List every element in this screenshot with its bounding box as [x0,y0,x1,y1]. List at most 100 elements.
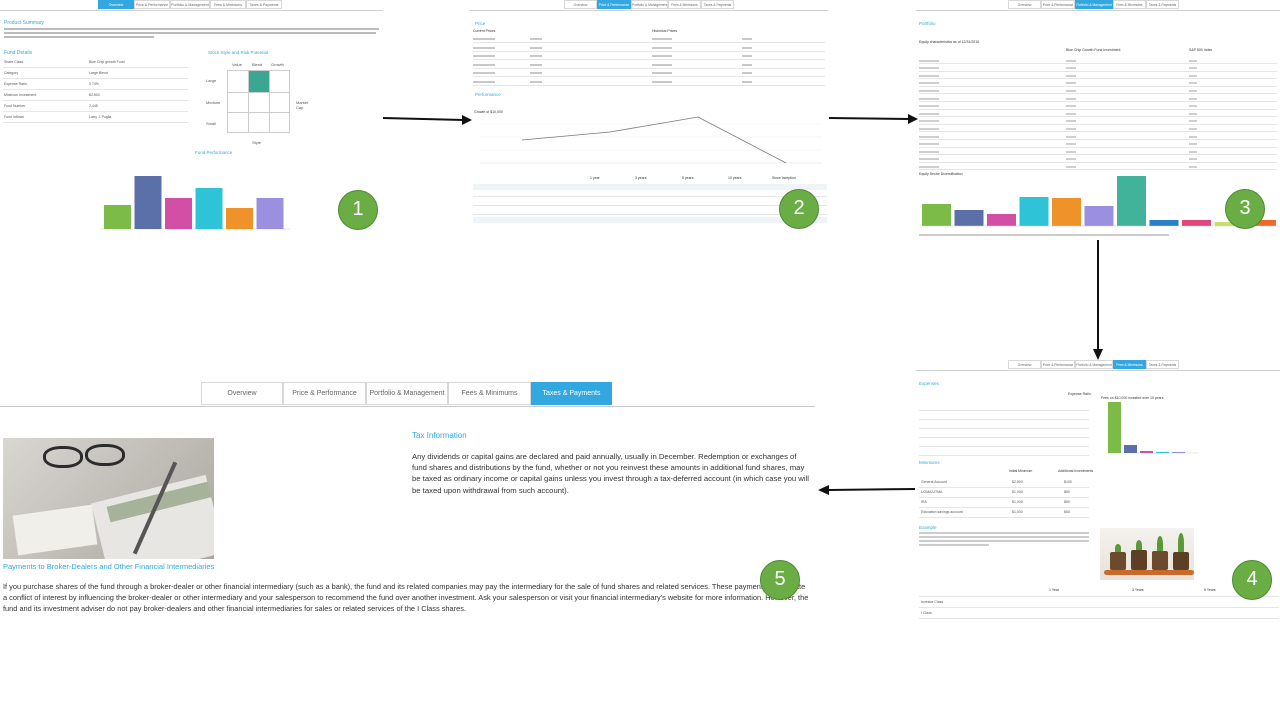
style-row-large: Large [206,78,217,83]
tab-fees-minimums[interactable]: Fees & Minimums [1113,0,1146,9]
fund-detail-value: Blue Chip growth Fund [89,60,125,64]
tab-fees-minimums[interactable]: Fees & Minimums [448,382,531,405]
sector-bar [987,214,1016,226]
tab-bar: Overview Price & Performance Portfolio &… [201,382,612,405]
style-row-medium: Medium [206,100,221,105]
class-i: I Class [921,611,932,615]
tax-information-text: Any dividends or capital gains are decla… [412,452,809,495]
product-summary-text [4,28,383,38]
style-box-grid [227,70,290,133]
style-axis-label: Style [252,140,261,145]
style-col-value: Value [232,62,242,67]
current-prices-label: Current Prices [473,29,496,33]
tab-overview[interactable]: Overview [98,0,134,9]
payments-title: Payments to Broker-Dealers and Other Fin… [3,562,215,571]
tab-price-performance[interactable]: Price & Performance [283,382,366,405]
fund-performance-title: Fund Performance [195,150,233,155]
fees-bar-2 [1124,445,1137,453]
minimum-initial: $1,000 [1012,500,1023,504]
tab-portfolio-management[interactable]: Portfolio & Management [170,0,210,9]
fund-detail-label: Fund Inflows [4,115,24,119]
plants-photo [1100,528,1194,580]
year-col-1: 1 Year [1049,588,1059,592]
calculator-photo [3,438,214,559]
sector-bar [1182,220,1211,226]
equity-characteristics-label: Equity characteristics as of 12/31/2016 [919,40,980,44]
performance-bar [165,198,192,229]
min-col-initial: Initial Minimum [1009,469,1033,473]
fund-detail-value: 0.74% [89,82,99,86]
minimum-initial: $1,000 [1012,490,1023,494]
panel-fees-minimums: Overview Price & Performance Portfolio &… [916,360,1280,620]
panel-price-performance: Overview Price & Performance Portfolio &… [470,0,828,240]
example-text [919,532,1089,546]
style-col-blend: Blend [252,62,263,67]
product-summary-title: Product Summary [4,20,45,26]
tab-overview[interactable]: Overview [564,0,597,9]
tab-fees-minimums[interactable]: Fees & Minimums [1113,360,1146,369]
min-col-additional: Additional Investments [1058,469,1094,473]
expense-rows [919,402,1089,456]
minimum-additional: $50 [1064,490,1070,494]
fund-detail-label: Expense Ratio [4,82,27,86]
tab-price-performance[interactable]: Price & Performance [1041,360,1075,369]
performance-title: Performance [475,92,501,97]
minimums-title: Minimums [919,460,940,465]
tab-taxes-payments[interactable]: Taxes & Payments [246,0,282,9]
performance-bar [226,208,253,229]
performance-bar [195,188,223,229]
tab-price-performance[interactable]: Price & Performance [597,0,631,9]
tab-portfolio-management[interactable]: Portfolio & Management [1075,0,1113,9]
tab-overview[interactable]: Overview [1008,360,1041,369]
sector-footnote [919,234,1169,236]
tab-price-performance[interactable]: Price & Performance [1041,0,1075,9]
performance-bar [256,198,284,229]
style-col-growth: Growth [271,62,284,67]
tab-overview[interactable]: Overview [201,382,283,405]
minimum-row-label: IRA [921,500,927,504]
style-row-small: Small [206,121,217,126]
arrow-3-to-4 [1093,240,1103,360]
panel-overview: Overview Price & Performance Portfolio &… [0,0,383,240]
minimum-additional: $50 [1064,500,1070,504]
tab-overview[interactable]: Overview [1008,0,1041,9]
payments-text: If you purchase shares of the fund throu… [3,582,809,613]
fund-details-title: Fund Details [4,50,33,56]
minimum-initial: $1,000 [1012,510,1023,514]
minimum-row-label: General Account [921,480,947,484]
step-number-5: 5 [760,560,800,600]
expenses-title: Expenses [919,381,939,386]
style-box-title: Stock Style and Risk Potential [208,50,269,55]
sector-bar [922,204,951,226]
tab-portfolio-management[interactable]: Portfolio & Management [631,0,668,9]
fund-detail-label: Share Class [4,60,24,64]
arrow-4-to-5 [818,485,916,495]
tab-portfolio-management[interactable]: Portfolio & Management [366,382,448,405]
sector-bar [1117,176,1146,226]
tax-information-title: Tax Information [412,431,467,440]
performance-col-header: 1 year [590,176,600,180]
fund-detail-value: 2,445 [89,104,98,108]
tab-taxes-payments[interactable]: Taxes & Payments [1146,360,1179,369]
performance-col-header: 5 years [682,176,694,180]
tab-bar: Overview Price & Performance Portfolio &… [98,0,282,9]
fund-detail-value: Larry J. Puglia [89,115,112,119]
performance-col-header: Since Inception [772,176,796,180]
tab-taxes-payments[interactable]: Taxes & Payments [531,382,612,405]
arrow-1-to-2 [382,115,472,125]
tab-bar: Overview Price & Performance Portfolio &… [1008,0,1179,9]
tab-taxes-payments[interactable]: Taxes & Payments [701,0,734,9]
tab-fees-minimums[interactable]: Fees & Minimums [668,0,701,9]
fund-detail-value: $2,500 [89,93,100,97]
tab-price-performance[interactable]: Price & Performance [134,0,170,9]
step-number-2: 2 [779,189,819,229]
arrow-2-to-3 [828,114,918,124]
tab-fees-minimums[interactable]: Fees & Minimums [210,0,246,9]
performance-col-header: 3 years [635,176,647,180]
tab-taxes-payments[interactable]: Taxes & Payments [1146,0,1179,9]
style-box-highlight [249,71,269,92]
sector-bar [1149,220,1179,226]
growth-line-chart [480,116,822,164]
sector-bar [1052,198,1081,226]
price-title: Price [475,21,486,26]
